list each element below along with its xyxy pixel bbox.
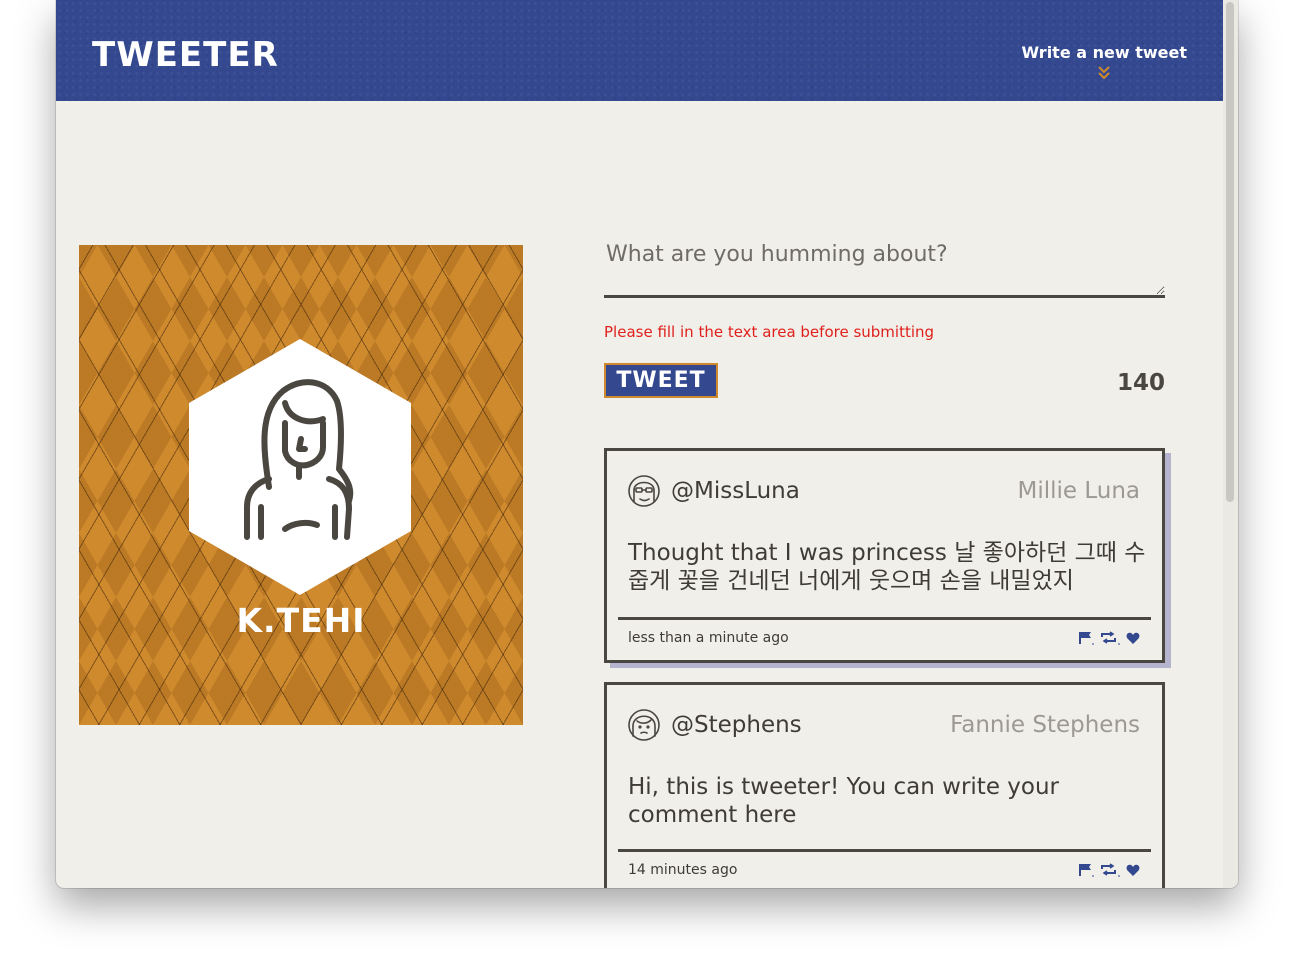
retweet-icon[interactable]	[1100, 630, 1120, 649]
double-chevron-down-icon[interactable]	[1021, 64, 1187, 80]
tweet-timestamp: 14 minutes ago	[628, 862, 738, 878]
girl-glasses-avatar-icon	[628, 475, 660, 507]
compose-form	[604, 236, 1165, 302]
tweet-card: @MissLuna Millie Luna Thought that I was…	[604, 448, 1165, 663]
tweet-divider	[618, 849, 1151, 852]
tweet-textarea[interactable]	[604, 236, 1165, 298]
tweet-actions	[1078, 862, 1140, 881]
character-counter: 140	[1116, 370, 1165, 396]
woman-avatar-icon	[189, 339, 411, 595]
profile-card: K.TEHI	[79, 245, 523, 725]
write-new-tweet-toggle[interactable]: Write a new tweet	[1021, 43, 1187, 80]
tweet-handle[interactable]: @Stephens	[671, 712, 802, 738]
tweet-handle[interactable]: @MissLuna	[671, 478, 800, 504]
retweet-icon[interactable]	[1100, 862, 1120, 881]
browser-window: TWEETER Write a new tweet K.TEHI What ar…	[56, 0, 1238, 888]
heart-icon[interactable]	[1126, 862, 1140, 881]
woman-avatar-icon	[628, 709, 660, 741]
scrollbar-thumb[interactable]	[1226, 2, 1234, 502]
write-new-tweet-label[interactable]: Write a new tweet	[1021, 43, 1187, 62]
flag-icon[interactable]	[1078, 862, 1094, 881]
heart-icon[interactable]	[1126, 630, 1140, 649]
tweet-card: @Stephens Fannie Stephens Hi, this is tw…	[604, 682, 1165, 888]
tweet-author-name: Fannie Stephens	[950, 712, 1140, 738]
flag-icon[interactable]	[1078, 630, 1094, 649]
tweet-actions	[1078, 630, 1140, 649]
brand-logo[interactable]: TWEETER	[92, 38, 279, 72]
scrollbar[interactable]	[1223, 0, 1238, 888]
error-message: Please fill in the text area before subm…	[604, 323, 935, 341]
profile-name: K.TEHI	[236, 601, 366, 640]
tweet-button[interactable]: TWEET	[604, 363, 718, 398]
navbar: TWEETER Write a new tweet	[56, 0, 1223, 101]
tweet-content: Thought that I was princess 날 좋아하던 그때 수줍…	[628, 540, 1146, 594]
tweet-timestamp: less than a minute ago	[628, 630, 789, 646]
tweet-author-name: Millie Luna	[1017, 478, 1140, 504]
tweet-divider	[618, 617, 1151, 620]
tweet-content: Hi, this is tweeter! You can write your …	[628, 774, 1059, 828]
